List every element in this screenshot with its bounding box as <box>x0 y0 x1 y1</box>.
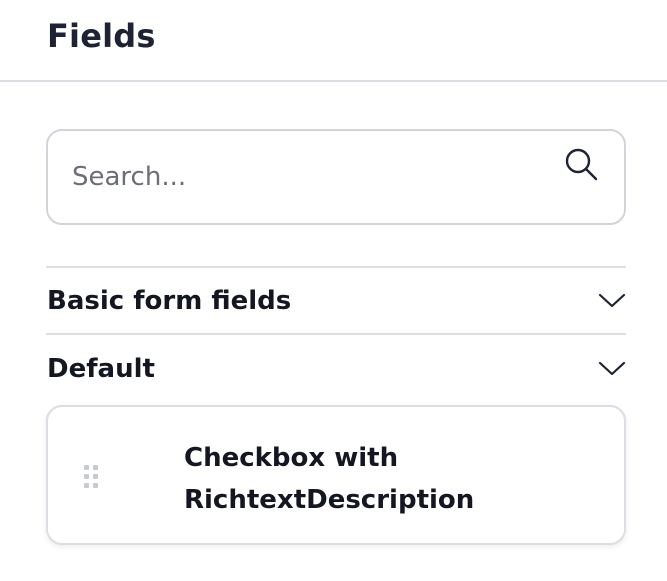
search-input[interactable] <box>72 131 552 223</box>
section-label: Default <box>47 354 155 384</box>
chevron-down-icon[interactable] <box>598 360 626 378</box>
drag-handle-icon[interactable] <box>82 463 102 491</box>
section-divider <box>46 333 626 335</box>
search-icon[interactable] <box>562 145 602 185</box>
panel-header: Fields <box>0 0 667 82</box>
panel-title: Fields <box>47 17 156 55</box>
search-box <box>46 129 626 225</box>
section-basic-form-fields[interactable]: Basic form fields <box>46 268 626 334</box>
fields-panel: Fields Basic form fields Default Chec <box>0 0 667 581</box>
section-default[interactable]: Default <box>46 336 626 402</box>
field-item-label: Checkbox with RichtextDescription <box>184 443 475 515</box>
section-label: Basic form fields <box>47 286 292 316</box>
chevron-down-icon[interactable] <box>598 292 626 310</box>
field-item-checkbox-richtext[interactable]: Checkbox with RichtextDescription <box>46 405 626 545</box>
